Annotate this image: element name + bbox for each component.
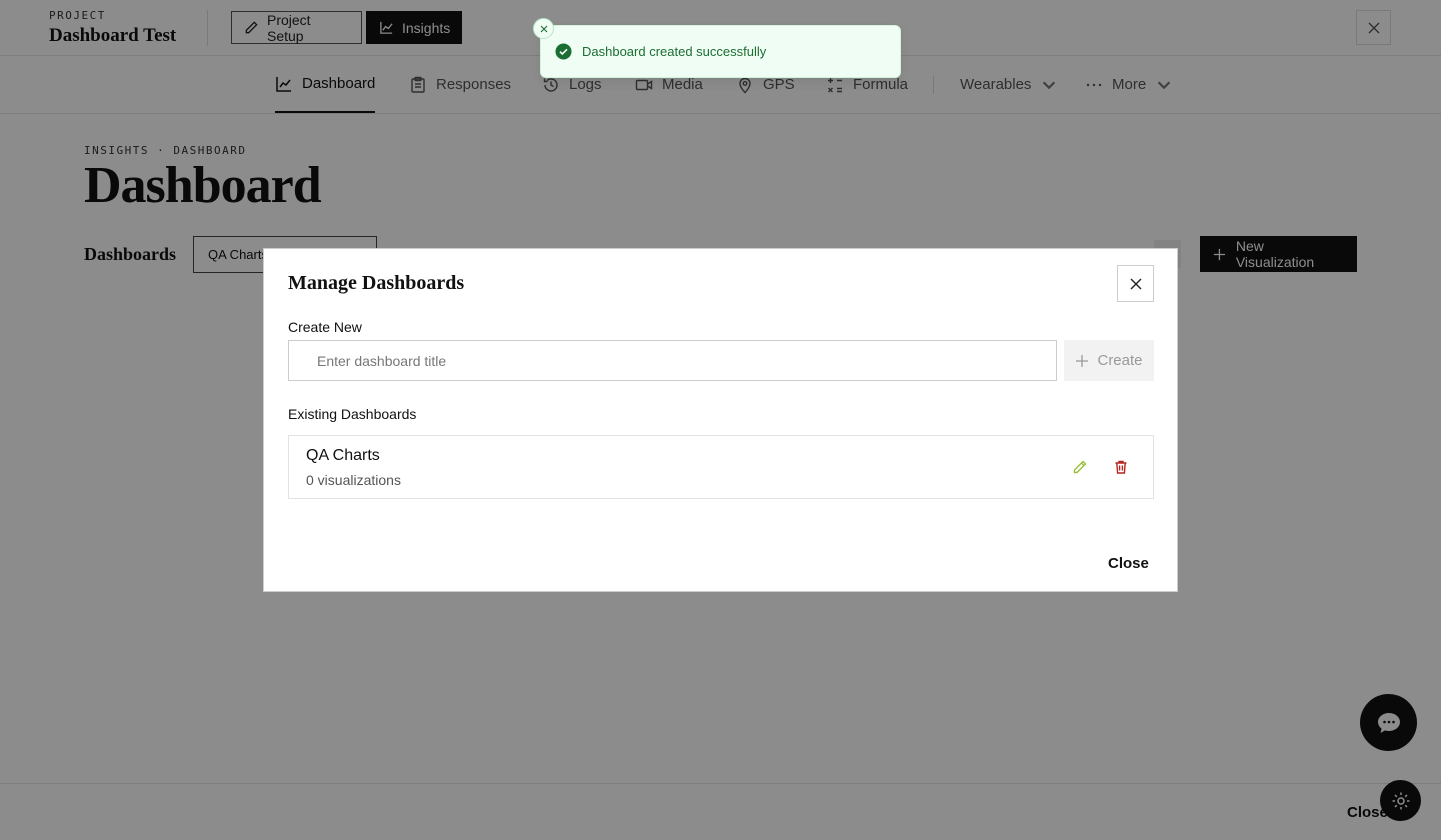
existing-dashboards-label: Existing Dashboards — [288, 406, 417, 422]
dashboard-visualization-count: 0 visualizations — [306, 472, 401, 488]
dashboard-list-item: QA Charts 0 visualizations — [288, 435, 1154, 499]
trash-icon — [1115, 460, 1127, 474]
pencil-icon — [1073, 460, 1087, 474]
dashboard-title-input[interactable] — [288, 340, 1057, 381]
create-button[interactable]: Create — [1064, 340, 1154, 381]
close-icon — [540, 25, 547, 32]
toast-message: Dashboard created successfully — [582, 44, 767, 59]
manage-dashboards-modal: Manage Dashboards Create New Create Exis… — [263, 248, 1178, 592]
check-circle-icon — [555, 43, 572, 60]
dashboard-name: QA Charts — [306, 447, 380, 464]
modal-close-x-button[interactable] — [1117, 265, 1154, 302]
success-toast: Dashboard created successfully — [540, 25, 901, 78]
create-new-label: Create New — [288, 319, 362, 335]
modal-close-button[interactable]: Close — [1108, 555, 1149, 572]
plus-icon — [1076, 354, 1089, 367]
close-icon — [1130, 278, 1141, 289]
edit-dashboard-button[interactable] — [1070, 457, 1090, 477]
create-button-label: Create — [1097, 352, 1143, 369]
toast-close-button[interactable] — [533, 18, 554, 39]
modal-title: Manage Dashboards — [288, 272, 465, 294]
delete-dashboard-button[interactable] — [1111, 457, 1131, 477]
